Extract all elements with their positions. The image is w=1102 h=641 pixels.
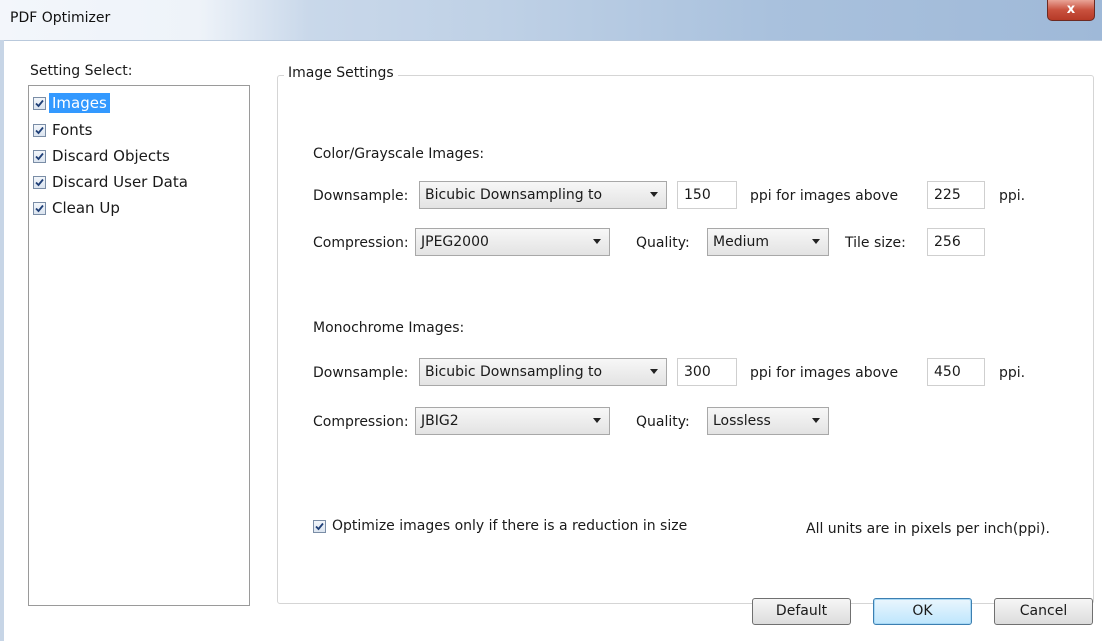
- mono-quality-select[interactable]: Lossless: [707, 407, 829, 435]
- title-bar: PDF Optimizer x: [0, 0, 1102, 41]
- sidebar-item-fonts[interactable]: Fonts: [33, 118, 247, 142]
- optimize-checkbox[interactable]: [313, 519, 326, 533]
- chevron-down-icon: [650, 192, 658, 197]
- setting-select-list[interactable]: Images Fonts Discard Objects Discard Use…: [28, 85, 250, 606]
- sidebar-item-label: Discard User Data: [52, 173, 188, 191]
- close-icon: x: [1066, 2, 1076, 17]
- setting-select-heading: Setting Select:: [30, 63, 133, 79]
- chevron-down-icon: [812, 239, 820, 244]
- checkbox-images[interactable]: [33, 96, 46, 110]
- close-button[interactable]: x: [1047, 0, 1095, 21]
- mono-downsample-label: Downsample:: [313, 365, 409, 381]
- chevron-down-icon: [650, 369, 658, 374]
- checkmark-icon: [35, 178, 44, 186]
- mono-quality-value: Lossless: [713, 413, 771, 429]
- color-compression-value: JPEG2000: [421, 234, 489, 250]
- sidebar-item-label: Fonts: [52, 121, 93, 139]
- color-quality-select[interactable]: Medium: [707, 228, 829, 256]
- checkmark-icon: [35, 152, 44, 160]
- chevron-down-icon: [812, 418, 820, 423]
- color-above-label: ppi for images above: [750, 188, 899, 204]
- color-section-label: Color/Grayscale Images:: [313, 146, 485, 162]
- optimize-checkbox-label: Optimize images only if there is a reduc…: [332, 518, 688, 534]
- mono-compression-value: JBIG2: [421, 413, 459, 429]
- cancel-button[interactable]: Cancel: [994, 598, 1093, 625]
- chevron-down-icon: [593, 239, 601, 244]
- tile-size-label: Tile size:: [845, 235, 906, 251]
- window-title: PDF Optimizer: [10, 10, 111, 26]
- mono-downsample-value: Bicubic Downsampling to: [425, 364, 603, 380]
- checkmark-icon: [315, 522, 324, 530]
- color-above-ppi-input[interactable]: [927, 181, 985, 209]
- mono-downsample-select[interactable]: Bicubic Downsampling to: [419, 358, 667, 386]
- checkbox-discard-objects[interactable]: [33, 149, 46, 163]
- checkmark-icon: [35, 99, 44, 107]
- checkmark-icon: [35, 204, 44, 212]
- sidebar-item-label: Clean Up: [52, 199, 120, 217]
- sidebar-item-label: Discard Objects: [52, 147, 170, 165]
- mono-downsample-ppi-input[interactable]: [677, 358, 737, 386]
- window-frame-edge: [0, 40, 4, 641]
- color-downsample-ppi-input[interactable]: [677, 181, 737, 209]
- sidebar-item-discard-objects[interactable]: Discard Objects: [33, 144, 247, 168]
- mono-above-label: ppi for images above: [750, 365, 899, 381]
- sidebar-item-label: Images: [49, 93, 110, 113]
- image-settings-title: Image Settings: [284, 65, 398, 81]
- chevron-down-icon: [593, 418, 601, 423]
- color-downsample-value: Bicubic Downsampling to: [425, 187, 603, 203]
- mono-above-ppi-input[interactable]: [927, 358, 985, 386]
- color-downsample-label: Downsample:: [313, 188, 409, 204]
- mono-section-label: Monochrome Images:: [313, 320, 465, 336]
- color-compression-select[interactable]: JPEG2000: [415, 228, 610, 256]
- checkbox-discard-user-data[interactable]: [33, 175, 46, 189]
- mono-compression-label: Compression:: [313, 414, 409, 430]
- default-button[interactable]: Default: [752, 598, 851, 625]
- mono-compression-select[interactable]: JBIG2: [415, 407, 610, 435]
- checkbox-fonts[interactable]: [33, 123, 46, 137]
- tile-size-input[interactable]: [927, 228, 985, 256]
- color-downsample-select[interactable]: Bicubic Downsampling to: [419, 181, 667, 209]
- color-quality-label: Quality:: [636, 235, 690, 251]
- units-note: All units are in pixels per inch(ppi).: [806, 521, 1050, 537]
- ok-button[interactable]: OK: [873, 598, 972, 625]
- mono-quality-label: Quality:: [636, 414, 690, 430]
- checkbox-clean-up[interactable]: [33, 201, 46, 215]
- sidebar-item-clean-up[interactable]: Clean Up: [33, 196, 247, 220]
- color-compression-label: Compression:: [313, 235, 409, 251]
- mono-ppi-suffix: ppi.: [999, 365, 1026, 381]
- checkmark-icon: [35, 126, 44, 134]
- optimize-only-if-smaller[interactable]: Optimize images only if there is a reduc…: [313, 518, 687, 534]
- color-ppi-suffix: ppi.: [999, 188, 1026, 204]
- sidebar-item-images[interactable]: Images: [33, 91, 247, 115]
- color-quality-value: Medium: [713, 234, 769, 250]
- sidebar-item-discard-user-data[interactable]: Discard User Data: [33, 170, 247, 194]
